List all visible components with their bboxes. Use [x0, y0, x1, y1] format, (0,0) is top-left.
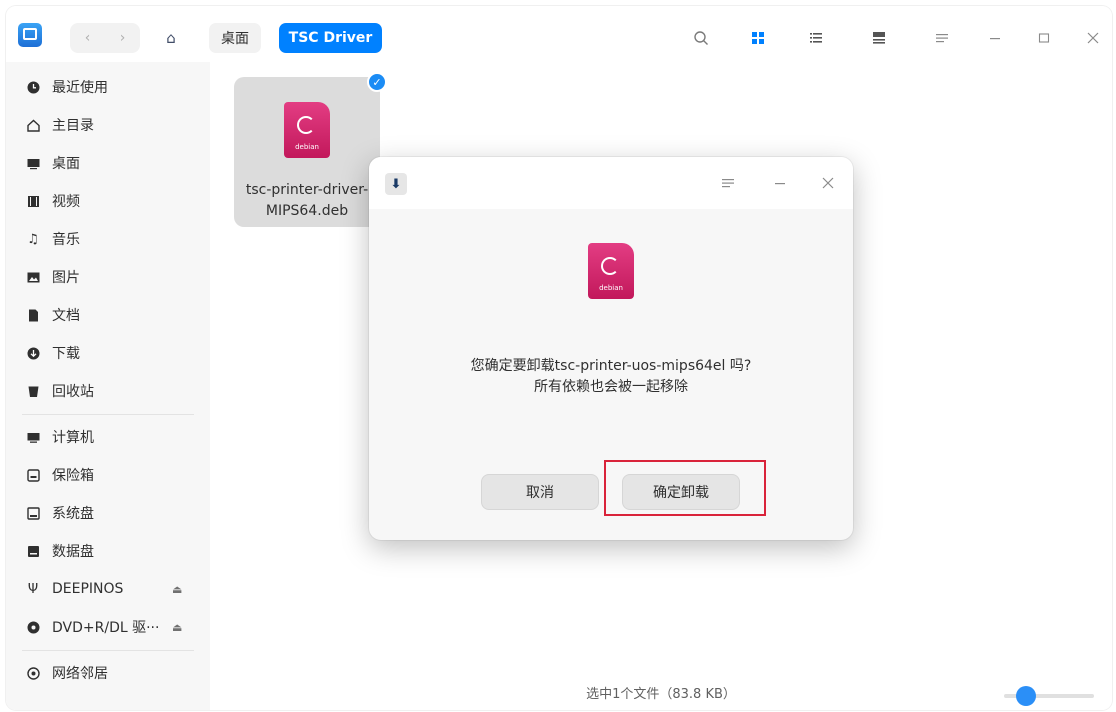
- forward-button[interactable]: ›: [105, 23, 140, 53]
- sidebar-item-label: 视频: [52, 194, 80, 210]
- eject-icon[interactable]: ⏏: [172, 621, 182, 634]
- sidebar-item-desktop[interactable]: 桌面: [6, 144, 210, 182]
- dialog-close-icon[interactable]: [814, 169, 842, 197]
- sidebar-item-home[interactable]: 主目录: [6, 106, 210, 144]
- search-icon[interactable]: [686, 23, 716, 53]
- sidebar-item-network[interactable]: 网络邻居: [6, 654, 210, 692]
- cancel-button[interactable]: 取消: [481, 474, 599, 510]
- disk-icon: [26, 506, 40, 520]
- debian-package-icon: debian: [588, 243, 634, 299]
- music-icon: ♫: [27, 231, 39, 247]
- debian-label: debian: [599, 284, 623, 292]
- home-icon: [26, 118, 40, 132]
- video-icon: [26, 194, 40, 208]
- sidebar-item-computer[interactable]: 计算机: [6, 418, 210, 456]
- sidebar-item-label: 回收站: [52, 384, 94, 400]
- home-icon[interactable]: ⌂: [156, 23, 186, 53]
- sidebar-item-pictures[interactable]: 图片: [6, 258, 210, 296]
- debian-package-icon: debian: [284, 102, 330, 158]
- sidebar-item-label: 网络邻居: [52, 666, 108, 682]
- grid-view-icon[interactable]: [743, 23, 773, 53]
- status-bar-text: 选中1个文件（83.8 KB）: [586, 686, 736, 702]
- sidebar-item-label: 桌面: [52, 156, 80, 172]
- sidebar-item-deepinos[interactable]: Ψ DEEPINOS ⏏: [6, 570, 210, 608]
- trash-icon: [26, 384, 40, 398]
- menu-icon[interactable]: [927, 23, 957, 53]
- list-view-icon[interactable]: [801, 23, 831, 53]
- selected-check-icon: ✓: [367, 72, 387, 92]
- sidebar-item-label: 图片: [52, 270, 80, 286]
- highlight-box: [604, 460, 766, 516]
- file-manager-logo-icon: [18, 23, 42, 47]
- package-installer-icon: ⬇: [385, 173, 407, 195]
- navigation-buttons: ‹ ›: [70, 23, 140, 53]
- sidebar-divider: [22, 650, 194, 651]
- sidebar-item-label: DVD+R/DL 驱···: [52, 620, 160, 636]
- sidebar-item-label: 数据盘: [52, 544, 94, 560]
- optical-disc-icon: [26, 620, 40, 634]
- sidebar-item-label: 最近使用: [52, 80, 108, 96]
- sidebar-item-label: 主目录: [52, 118, 94, 134]
- sidebar-item-music[interactable]: ♫ 音乐: [6, 220, 210, 258]
- network-icon: [26, 666, 40, 680]
- sidebar-item-documents[interactable]: 文档: [6, 296, 210, 334]
- sidebar-item-dvd[interactable]: DVD+R/DL 驱··· ⏏: [6, 608, 210, 646]
- detail-view-icon[interactable]: [864, 23, 894, 53]
- title-bar: ‹ › ⌂ 桌面 TSC Driver: [6, 6, 1112, 62]
- vault-icon: [26, 468, 40, 482]
- sidebar-item-trash[interactable]: 回收站: [6, 372, 210, 410]
- maximize-icon[interactable]: [1029, 23, 1059, 53]
- back-button[interactable]: ‹: [70, 23, 105, 53]
- sidebar-item-label: 系统盘: [52, 506, 94, 522]
- sidebar: 最近使用 主目录 桌面 视频 ♫ 音乐 图片 文档 下载 回收站 计算机 保险箱…: [6, 62, 210, 710]
- dialog-message: 您确定要卸载tsc-printer-uos-mips64el 吗? 所有依赖也会…: [369, 356, 853, 398]
- uninstall-dialog: ⬇ debian 您确定要卸载tsc-printer-uos-mips64el …: [369, 157, 853, 540]
- minimize-icon[interactable]: [980, 23, 1010, 53]
- dialog-title-bar: ⬇: [369, 157, 853, 209]
- sidebar-item-data-disk[interactable]: 数据盘: [6, 532, 210, 570]
- close-icon[interactable]: [1078, 23, 1108, 53]
- sidebar-item-system-disk[interactable]: 系统盘: [6, 494, 210, 532]
- sidebar-item-label: DEEPINOS: [52, 581, 124, 597]
- computer-icon: [26, 430, 40, 444]
- dialog-warning: 所有依赖也会被一起移除: [534, 379, 688, 395]
- sidebar-item-recent[interactable]: 最近使用: [6, 68, 210, 106]
- icon-size-slider-handle[interactable]: [1016, 686, 1036, 706]
- eject-icon[interactable]: ⏏: [172, 583, 182, 596]
- breadcrumb-desktop[interactable]: 桌面: [209, 23, 261, 53]
- dialog-question: 您确定要卸载tsc-printer-uos-mips64el 吗?: [470, 358, 752, 374]
- sidebar-item-videos[interactable]: 视频: [6, 182, 210, 220]
- sidebar-item-label: 计算机: [52, 430, 94, 446]
- disk-icon: [26, 544, 40, 558]
- sidebar-item-downloads[interactable]: 下载: [6, 334, 210, 372]
- desktop-icon: [26, 156, 40, 170]
- document-icon: [26, 308, 40, 322]
- file-name: tsc-printer-driver- MIPS64.deb: [245, 182, 369, 219]
- download-icon: [26, 346, 40, 360]
- clock-icon: [26, 80, 40, 94]
- sidebar-item-vault[interactable]: 保险箱: [6, 456, 210, 494]
- sidebar-item-label: 文档: [52, 308, 80, 324]
- breadcrumb-current[interactable]: TSC Driver: [279, 23, 382, 53]
- picture-icon: [26, 270, 40, 284]
- usb-icon: Ψ: [27, 581, 39, 597]
- dialog-menu-icon[interactable]: [714, 169, 742, 197]
- sidebar-item-label: 下载: [52, 346, 80, 362]
- sidebar-item-label: 音乐: [52, 232, 80, 248]
- debian-label: debian: [295, 143, 319, 151]
- dialog-minimize-icon[interactable]: [766, 169, 794, 197]
- sidebar-item-label: 保险箱: [52, 468, 94, 484]
- sidebar-divider: [22, 414, 194, 415]
